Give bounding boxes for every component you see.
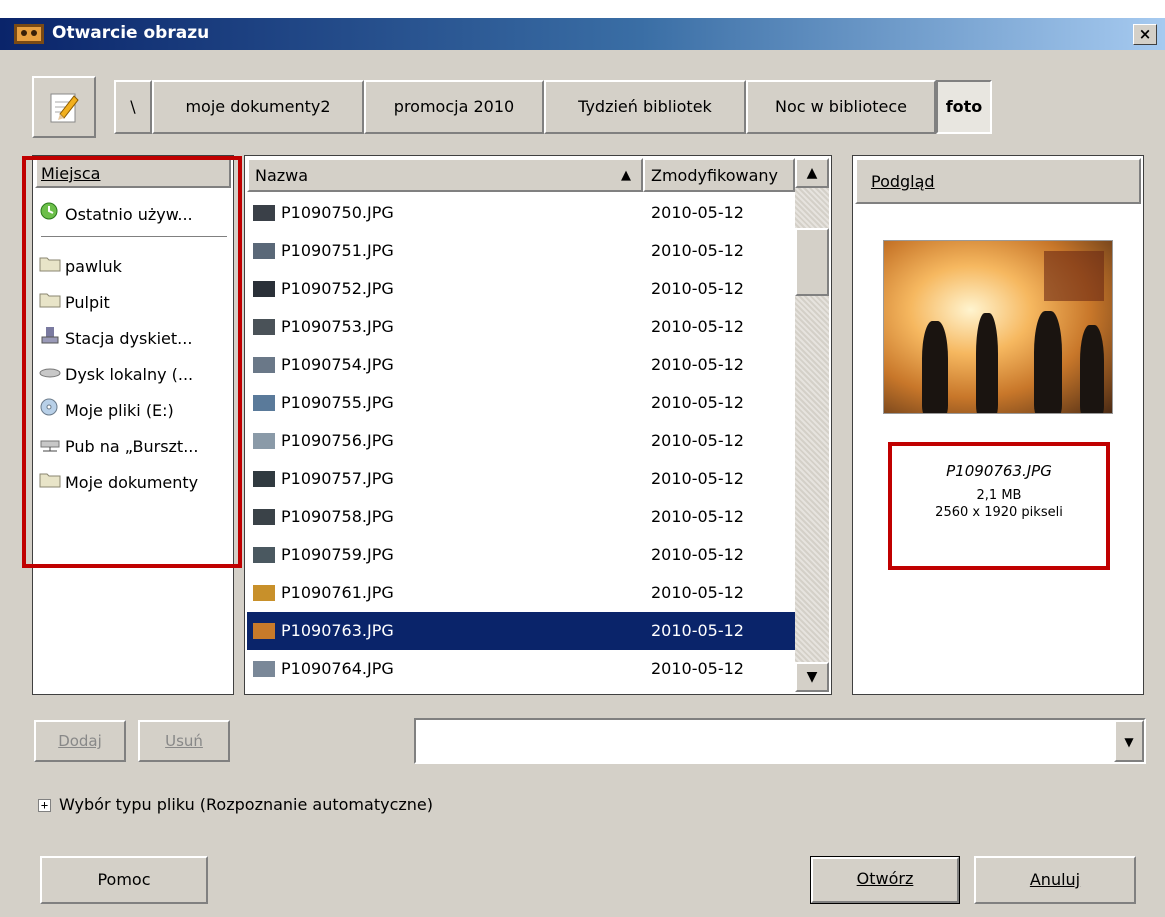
file-row[interactable]: P1090757.JPG 2010-05-12 — [247, 460, 795, 498]
file-modified-date: 2010-05-12 — [651, 241, 744, 260]
image-thumbnail-icon — [253, 205, 275, 221]
file-row[interactable]: P1090755.JPG 2010-05-12 — [247, 384, 795, 422]
close-icon: × — [1138, 25, 1152, 43]
image-thumbnail-icon — [253, 395, 275, 411]
highlight-box-preview-info — [888, 442, 1110, 570]
preview-thumbnail-image — [883, 240, 1113, 414]
image-thumbnail-icon — [253, 471, 275, 487]
file-row[interactable]: P1090752.JPG 2010-05-12 — [247, 270, 795, 308]
path-crumb-root[interactable]: \ — [114, 80, 152, 134]
file-name: P1090761.JPG — [281, 583, 394, 602]
close-button[interactable]: × — [1133, 24, 1157, 45]
file-list-scrollbar[interactable]: ▲ ▼ — [795, 158, 829, 692]
file-modified-date: 2010-05-12 — [651, 431, 744, 450]
help-button[interactable]: Pomoc — [40, 856, 208, 904]
gimp-app-icon — [14, 24, 44, 49]
file-name: P1090750.JPG — [281, 203, 394, 222]
file-modified-date: 2010-05-12 — [651, 583, 744, 602]
file-row[interactable]: P1090759.JPG 2010-05-12 — [247, 536, 795, 574]
preview-header: Podgląd — [855, 158, 1141, 204]
open-button-label: Otwórz — [856, 869, 914, 888]
highlight-box-places — [22, 156, 242, 568]
pencil-icon — [48, 90, 80, 128]
add-bookmark-label: Dodaj — [58, 732, 102, 750]
arrow-up-icon: ▲ — [806, 165, 818, 181]
path-crumb-moje-dokumenty2[interactable]: moje dokumenty2 — [152, 80, 364, 134]
image-thumbnail-icon — [253, 509, 275, 525]
image-thumbnail-icon — [253, 281, 275, 297]
file-modified-date: 2010-05-12 — [651, 317, 744, 336]
path-crumb-foto[interactable]: foto — [936, 80, 992, 134]
image-thumbnail-icon — [253, 243, 275, 259]
add-bookmark-button[interactable]: Dodaj — [34, 720, 126, 762]
file-row[interactable]: P1090764.JPG 2010-05-12 — [247, 650, 795, 688]
arrow-down-icon: ▼ — [806, 669, 818, 685]
file-modified-date: 2010-05-12 — [651, 659, 744, 678]
file-name: P1090755.JPG — [281, 393, 394, 412]
image-thumbnail-icon — [253, 433, 275, 449]
file-name: P1090759.JPG — [281, 545, 394, 564]
file-modified-date: 2010-05-12 — [651, 621, 744, 640]
scroll-thumb[interactable] — [795, 228, 829, 296]
file-row[interactable]: P1090753.JPG 2010-05-12 — [247, 308, 795, 346]
open-button[interactable]: Otwórz — [810, 856, 960, 904]
preview-header-label: Podgląd — [871, 172, 935, 191]
file-modified-date: 2010-05-12 — [651, 507, 744, 526]
file-row[interactable]: P1090763.JPG 2010-05-12 — [247, 612, 795, 650]
file-modified-date: 2010-05-12 — [651, 393, 744, 412]
file-name: P1090751.JPG — [281, 241, 394, 260]
filename-combo[interactable]: ▼ — [414, 718, 1146, 764]
path-crumb-noc-w-bibliotece[interactable]: Noc w bibliotece — [746, 80, 936, 134]
type-location-button[interactable] — [32, 76, 96, 138]
scroll-down-button[interactable]: ▼ — [795, 662, 829, 692]
file-row[interactable]: P1090758.JPG 2010-05-12 — [247, 498, 795, 536]
file-type-expander[interactable]: + Wybór typu pliku (Rozpoznanie automatyc… — [38, 795, 433, 814]
title-bar: Otwarcie obrazu × — [0, 18, 1165, 50]
file-name: P1090756.JPG — [281, 431, 394, 450]
file-modified-date: 2010-05-12 — [651, 545, 744, 564]
file-row[interactable]: P1090754.JPG 2010-05-12 — [247, 346, 795, 384]
help-button-label: Pomoc — [97, 870, 151, 889]
image-thumbnail-icon — [253, 661, 275, 677]
file-modified-date: 2010-05-12 — [651, 203, 744, 222]
file-name: P1090754.JPG — [281, 355, 394, 374]
image-thumbnail-icon — [253, 585, 275, 601]
open-image-dialog: Otwarcie obrazu × \ moje dokumenty2 prom… — [0, 18, 1165, 917]
image-thumbnail-icon — [253, 319, 275, 335]
file-row[interactable]: P1090750.JPG 2010-05-12 — [247, 194, 795, 232]
file-modified-date: 2010-05-12 — [651, 469, 744, 488]
image-thumbnail-icon — [253, 623, 275, 639]
file-modified-date: 2010-05-12 — [651, 279, 744, 298]
file-list-panel: Nazwa ▲ Zmodyfikowany P1090750.JPG 2010-0… — [244, 155, 832, 695]
file-rows: P1090750.JPG 2010-05-12 P1090751.JPG 2010-0… — [245, 156, 795, 692]
file-name: P1090763.JPG — [281, 621, 394, 640]
scroll-up-button[interactable]: ▲ — [795, 158, 829, 188]
file-name: P1090764.JPG — [281, 659, 394, 678]
file-name: P1090758.JPG — [281, 507, 394, 526]
file-name: P1090753.JPG — [281, 317, 394, 336]
file-name: P1090752.JPG — [281, 279, 394, 298]
preview-panel: Podgląd — [852, 155, 1144, 695]
remove-bookmark-label: Usuń — [165, 732, 203, 750]
chevron-down-icon: ▼ — [1124, 735, 1134, 749]
remove-bookmark-button[interactable]: Usuń — [138, 720, 230, 762]
cancel-button[interactable]: Anuluj — [974, 856, 1136, 904]
file-row[interactable]: P1090761.JPG 2010-05-12 — [247, 574, 795, 612]
file-row[interactable]: P1090756.JPG 2010-05-12 — [247, 422, 795, 460]
cancel-button-label: Anuluj — [1029, 870, 1081, 889]
path-crumb-promocja-2010[interactable]: promocja 2010 — [364, 80, 544, 134]
image-thumbnail-icon — [253, 547, 275, 563]
file-type-expander-label: Wybór typu pliku (Rozpoznanie automatycz… — [59, 795, 433, 814]
file-modified-date: 2010-05-12 — [651, 355, 744, 374]
file-name: P1090757.JPG — [281, 469, 394, 488]
image-thumbnail-icon — [253, 357, 275, 373]
window-title: Otwarcie obrazu — [52, 23, 210, 43]
file-row[interactable]: P1090751.JPG 2010-05-12 — [247, 232, 795, 270]
expand-plus-icon: + — [38, 799, 51, 812]
filename-dropdown-button[interactable]: ▼ — [1114, 720, 1144, 762]
path-crumb-tydzien-bibliotek[interactable]: Tydzień bibliotek — [544, 80, 746, 134]
